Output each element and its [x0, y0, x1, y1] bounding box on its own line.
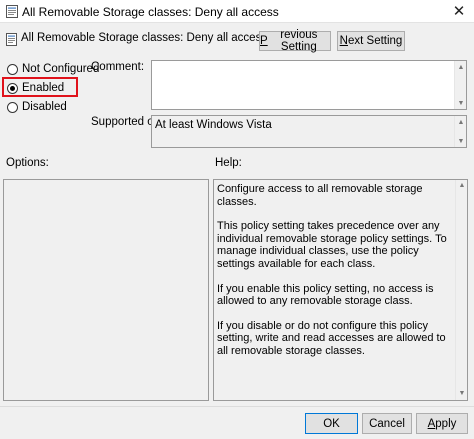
scroll-down-icon[interactable]: ▼ [457, 99, 465, 107]
policy-document-icon [6, 33, 17, 46]
scroll-up-icon[interactable]: ▲ [458, 182, 466, 190]
help-paragraph-1: Configure access to all removable storag… [217, 183, 423, 208]
comment-scrollbar[interactable]: ▲ ▼ [454, 61, 466, 109]
scroll-up-icon[interactable]: ▲ [457, 118, 465, 126]
next-setting-mnemonic: N [339, 35, 348, 47]
cancel-button[interactable]: Cancel [362, 413, 412, 434]
disabled-label: Disabled [22, 101, 67, 113]
ok-button[interactable]: OK [305, 413, 358, 434]
previous-setting-label: revious Setting [280, 29, 318, 53]
radio-disabled[interactable]: Disabled [7, 101, 67, 113]
policy-title: All Removable Storage classes: Deny all … [21, 32, 268, 44]
radio-circle[interactable] [7, 63, 18, 75]
radio-circle-selected[interactable] [7, 82, 18, 94]
help-paragraph-3: If you enable this policy setting, no ac… [217, 282, 434, 308]
scroll-up-icon[interactable]: ▲ [457, 63, 465, 71]
apply-label: pply [435, 417, 457, 430]
scroll-down-icon[interactable]: ▼ [458, 390, 466, 398]
supported-on-field: At least Windows Vista ▲ ▼ [151, 115, 467, 148]
comment-field[interactable]: ▲ ▼ [151, 60, 467, 110]
ok-label: OK [323, 417, 340, 430]
not-configured-label: Not Configured [22, 63, 100, 75]
footer-divider [0, 406, 474, 407]
apply-mnemonic: A [427, 417, 436, 430]
comment-label: Comment: [91, 61, 145, 73]
close-button[interactable]: ✕ [444, 0, 474, 22]
supported-scrollbar[interactable]: ▲ ▼ [454, 116, 466, 147]
enabled-label: Enabled [22, 82, 65, 94]
window-title: All Removable Storage classes: Deny all … [22, 5, 279, 19]
cancel-label: Cancel [369, 417, 405, 430]
options-label: Options: [6, 157, 49, 169]
scroll-down-icon[interactable]: ▼ [457, 137, 465, 145]
next-setting-button[interactable]: Next Setting [337, 31, 405, 51]
next-setting-label: ext Setting [347, 35, 403, 47]
help-paragraph-4: If you disable or do not configure this … [217, 319, 446, 357]
help-panel: Configure access to all removable storag… [213, 179, 468, 401]
radio-enabled[interactable]: Enabled [7, 82, 64, 94]
previous-setting-button[interactable]: Previous Setting [259, 29, 331, 53]
help-paragraph-2: This policy setting takes precedence ove… [217, 220, 447, 270]
apply-button[interactable]: Apply [416, 413, 468, 434]
radio-not-configured[interactable]: Not Configured [7, 63, 99, 75]
policy-document-icon [6, 5, 18, 18]
help-label: Help: [215, 157, 242, 169]
supported-on-value: At least Windows Vista [155, 119, 272, 131]
title-bar: All Removable Storage classes: Deny all … [0, 0, 474, 23]
options-panel [3, 179, 209, 401]
help-scrollbar[interactable]: ▲ ▼ [455, 180, 467, 400]
previous-setting-mnemonic: P [260, 35, 268, 47]
radio-circle[interactable] [7, 101, 18, 113]
close-icon: ✕ [452, 3, 466, 20]
